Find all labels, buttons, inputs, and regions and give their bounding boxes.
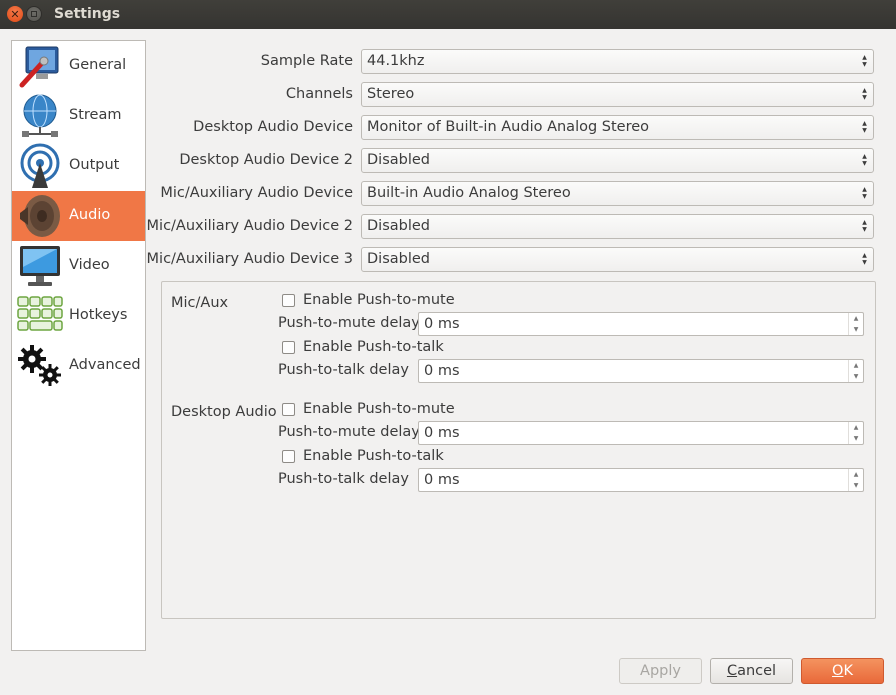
sidebar-item-label: Output: [69, 157, 120, 173]
mic-aux-device-3-label: Mic/Auxiliary Audio Device 3: [146, 251, 353, 267]
combo-value: 44.1khz: [367, 53, 425, 69]
spinbox-value: 0 ms: [424, 472, 460, 488]
desktop-audio-device-combo[interactable]: Monitor of Built-in Audio Analog Stereo ▲…: [361, 115, 874, 140]
sidebar-item-label: General: [69, 57, 127, 73]
combo-arrows-icon: ▲ ▼: [862, 54, 867, 68]
checkbox-label: Enable Push-to-mute: [303, 292, 455, 308]
mic-aux-push-to-talk-checkbox[interactable]: Enable Push-to-talk: [282, 339, 444, 355]
desktop-audio-push-to-talk-delay-label: Push-to-talk delay: [278, 471, 409, 487]
combo-value: Built-in Audio Analog Stereo: [367, 185, 571, 201]
broadcast-antenna-icon: [20, 143, 60, 188]
mic-aux-push-to-mute-delay-spinbox[interactable]: 0 ms ▲ ▼: [418, 312, 864, 336]
mic-aux-group-label: Mic/Aux: [171, 295, 229, 311]
sidebar-item-hotkeys[interactable]: Hotkeys: [12, 291, 145, 341]
mic-aux-push-to-mute-checkbox[interactable]: Enable Push-to-mute: [282, 292, 455, 308]
mic-aux-push-to-talk-delay-spinbox[interactable]: 0 ms ▲ ▼: [418, 359, 864, 383]
close-window-button[interactable]: ✕: [7, 6, 23, 22]
sample-rate-label: Sample Rate: [260, 53, 353, 69]
checkbox-label: Enable Push-to-talk: [303, 339, 444, 355]
spin-arrows-icon[interactable]: ▲ ▼: [848, 422, 863, 444]
sidebar-item-video[interactable]: Video: [12, 241, 145, 291]
sidebar-item-label: Stream: [69, 107, 122, 123]
mic-aux-device-2-label: Mic/Auxiliary Audio Device 2: [146, 218, 353, 234]
sidebar-item-label: Hotkeys: [69, 307, 128, 323]
sidebar-item-label: Video: [69, 257, 110, 273]
mic-aux-push-to-mute-delay-label: Push-to-mute delay: [278, 315, 420, 331]
gears-icon: [18, 345, 61, 386]
mic-aux-device-2-combo[interactable]: Disabled ▲ ▼: [361, 214, 874, 239]
combo-value: Disabled: [367, 218, 430, 234]
sidebar-item-label: Audio: [69, 207, 111, 223]
mnemonic-letter: C: [726, 663, 738, 679]
title-bar: ✕ Settings: [0, 0, 896, 29]
settings-sidebar: General Stream Output Audio Video Hotkey…: [11, 40, 146, 651]
combo-arrows-icon: ▲ ▼: [862, 219, 867, 233]
combo-value: Monitor of Built-in Audio Analog Stereo: [367, 119, 650, 135]
sample-rate-combo[interactable]: 44.1khz ▲ ▼: [361, 49, 874, 74]
sidebar-item-advanced[interactable]: Advanced: [12, 341, 145, 391]
combo-value: Stereo: [367, 86, 415, 102]
channels-combo[interactable]: Stereo ▲ ▼: [361, 82, 874, 107]
window-title: Settings: [54, 6, 121, 22]
keyboard-grid-icon: [17, 296, 63, 331]
combo-arrows-icon: ▲ ▼: [862, 87, 867, 101]
checkbox-box[interactable]: [282, 340, 295, 354]
desktop-audio-push-to-mute-delay-label: Push-to-mute delay: [278, 424, 420, 440]
desktop-audio-device-label: Desktop Audio Device: [193, 119, 353, 135]
spin-arrows-icon[interactable]: ▲ ▼: [848, 469, 863, 491]
mic-aux-device-combo[interactable]: Built-in Audio Analog Stereo ▲ ▼: [361, 181, 874, 206]
cancel-button[interactable]: Cancel: [710, 658, 793, 684]
desktop-audio-device-2-label: Desktop Audio Device 2: [179, 152, 353, 168]
checkbox-label: Enable Push-to-mute: [303, 401, 455, 417]
spinbox-value: 0 ms: [424, 363, 460, 379]
mic-aux-device-label: Mic/Auxiliary Audio Device: [160, 185, 353, 201]
combo-arrows-icon: ▲ ▼: [862, 120, 867, 134]
desktop-audio-group-label: Desktop Audio: [171, 404, 277, 420]
maximize-icon: [31, 11, 37, 17]
spin-arrows-icon[interactable]: ▲ ▼: [848, 313, 863, 335]
spin-arrows-icon[interactable]: ▲ ▼: [848, 360, 863, 382]
sidebar-item-general[interactable]: General: [12, 41, 145, 91]
button-label: K: [843, 663, 853, 679]
monitor-wrench-icon: [19, 46, 59, 88]
desktop-audio-device-2-combo[interactable]: Disabled ▲ ▼: [361, 148, 874, 173]
desktop-audio-push-to-talk-checkbox[interactable]: Enable Push-to-talk: [282, 448, 444, 464]
combo-arrows-icon: ▲ ▼: [862, 186, 867, 200]
combo-arrows-icon: ▲ ▼: [862, 252, 867, 266]
display-monitor-icon: [20, 246, 60, 286]
checkbox-label: Enable Push-to-talk: [303, 448, 444, 464]
desktop-audio-push-to-mute-checkbox[interactable]: Enable Push-to-mute: [282, 401, 455, 417]
sidebar-item-stream[interactable]: Stream: [12, 91, 145, 141]
close-icon: ✕: [10, 7, 20, 21]
sidebar-item-label: Advanced: [69, 357, 141, 373]
mic-aux-device-3-combo[interactable]: Disabled ▲ ▼: [361, 247, 874, 272]
sidebar-item-audio[interactable]: Audio: [12, 191, 145, 241]
checkbox-box[interactable]: [282, 402, 295, 416]
combo-arrows-icon: ▲ ▼: [862, 153, 867, 167]
combo-value: Disabled: [367, 152, 430, 168]
channels-label: Channels: [285, 86, 353, 102]
maximize-window-button[interactable]: [26, 6, 42, 22]
mic-aux-push-to-talk-delay-label: Push-to-talk delay: [278, 362, 409, 378]
desktop-audio-push-to-talk-delay-spinbox[interactable]: 0 ms ▲ ▼: [418, 468, 864, 492]
checkbox-box[interactable]: [282, 293, 295, 307]
sidebar-item-output[interactable]: Output: [12, 141, 145, 191]
combo-value: Disabled: [367, 251, 430, 267]
spinbox-value: 0 ms: [424, 425, 460, 441]
button-label: ancel: [737, 663, 777, 679]
checkbox-box[interactable]: [282, 449, 295, 463]
globe-network-icon: [22, 94, 58, 137]
desktop-audio-push-to-mute-delay-spinbox[interactable]: 0 ms ▲ ▼: [418, 421, 864, 445]
spinbox-value: 0 ms: [424, 316, 460, 332]
mnemonic-letter: O: [832, 663, 844, 679]
ok-button[interactable]: OK: [801, 658, 884, 684]
apply-button[interactable]: Apply: [619, 658, 702, 684]
speaker-icon: [20, 195, 60, 237]
